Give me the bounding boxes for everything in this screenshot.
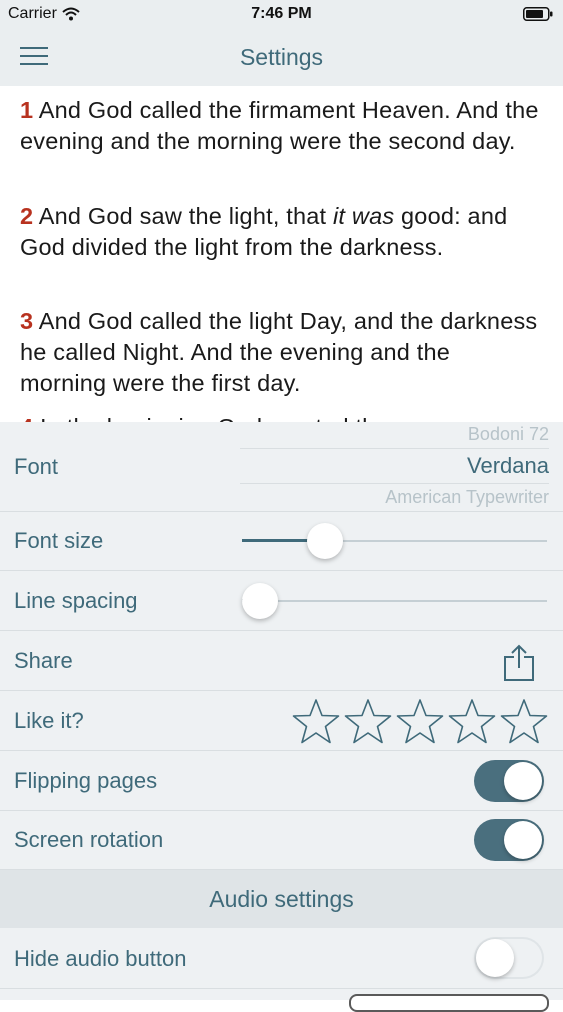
font-option-selected[interactable]: Verdana [467, 453, 549, 479]
slider-thumb[interactable] [242, 583, 278, 619]
star-icon[interactable] [499, 698, 549, 744]
bible-text: 1 And God called the firmament Heaven. A… [0, 86, 563, 422]
verse-text: In the beginning God created the [33, 414, 389, 422]
line-spacing-row: Line spacing [0, 571, 563, 631]
status-bar: Carrier 7:46 PM [0, 0, 563, 28]
share-row[interactable]: Share [0, 631, 563, 691]
slider-track [242, 600, 547, 602]
line-spacing-slider[interactable] [242, 581, 547, 621]
star-icon[interactable] [447, 698, 497, 744]
hide-audio-row: Hide audio button [0, 928, 563, 989]
verse-italic-text: it was [333, 203, 395, 229]
rating-row: Like it? [0, 691, 563, 751]
verse-number: 4 [20, 414, 33, 422]
share-label: Share [14, 648, 73, 673]
font-size-label: Font size [14, 528, 104, 553]
toggle-knob [476, 939, 514, 977]
hide-audio-toggle[interactable] [474, 937, 544, 979]
verse-text: And God called the light Day, and the da… [20, 308, 538, 396]
verse: 1 And God called the firmament Heaven. A… [0, 95, 563, 157]
star-icon[interactable] [343, 698, 393, 744]
picker-divider [240, 448, 549, 449]
flipping-pages-toggle[interactable] [474, 760, 544, 802]
nav-bar: Settings [0, 28, 563, 86]
star-icon[interactable] [395, 698, 445, 744]
font-size-row: Font size [0, 511, 563, 571]
verse-text: And God saw the light, that [33, 203, 334, 229]
font-option-below[interactable]: American Typewriter [385, 487, 549, 508]
verse: 4 In the beginning God created the [0, 412, 409, 422]
like-label: Like it? [14, 708, 84, 733]
verse-text: And God called the firmament Heaven. And… [20, 97, 539, 154]
settings-panel: Font Bodoni 72 Verdana American Typewrit… [0, 422, 563, 1000]
audio-settings-header: Audio settings [0, 870, 563, 928]
audio-settings-title: Audio settings [209, 886, 354, 912]
font-label: Font [14, 454, 59, 479]
screen-rotation-row: Screen rotation [0, 811, 563, 870]
font-picker[interactable]: Bodoni 72 Verdana American Typewriter [240, 422, 549, 510]
verse-number: 2 [20, 203, 34, 229]
font-row: Font Bodoni 72 Verdana American Typewrit… [0, 422, 563, 512]
picker-divider [240, 483, 549, 484]
toggle-knob [504, 762, 542, 800]
page-title: Settings [239, 44, 324, 70]
star-icon[interactable] [291, 698, 341, 744]
slider-thumb[interactable] [306, 523, 343, 559]
star-rating[interactable] [291, 698, 549, 744]
flipping-pages-row: Flipping pages [0, 751, 563, 811]
screen-rotation-label: Screen rotation [14, 827, 164, 852]
status-time: 7:46 PM [251, 5, 312, 22]
verse: 3 And God called the light Day, and the … [0, 306, 563, 399]
font-size-slider[interactable] [242, 521, 547, 561]
battery-icon [523, 7, 553, 21]
verse-number: 1 [20, 97, 34, 123]
flipping-pages-label: Flipping pages [14, 768, 158, 793]
hide-audio-label: Hide audio button [14, 946, 187, 971]
font-option-above[interactable]: Bodoni 72 [468, 424, 549, 445]
verse-number: 3 [20, 308, 34, 334]
toggle-knob [504, 821, 542, 859]
partial-control[interactable] [349, 994, 549, 1012]
share-icon[interactable] [503, 644, 535, 682]
verse: 2 And God saw the light, that it was goo… [0, 201, 563, 263]
line-spacing-label: Line spacing [14, 588, 138, 613]
screen-rotation-toggle[interactable] [474, 819, 544, 861]
